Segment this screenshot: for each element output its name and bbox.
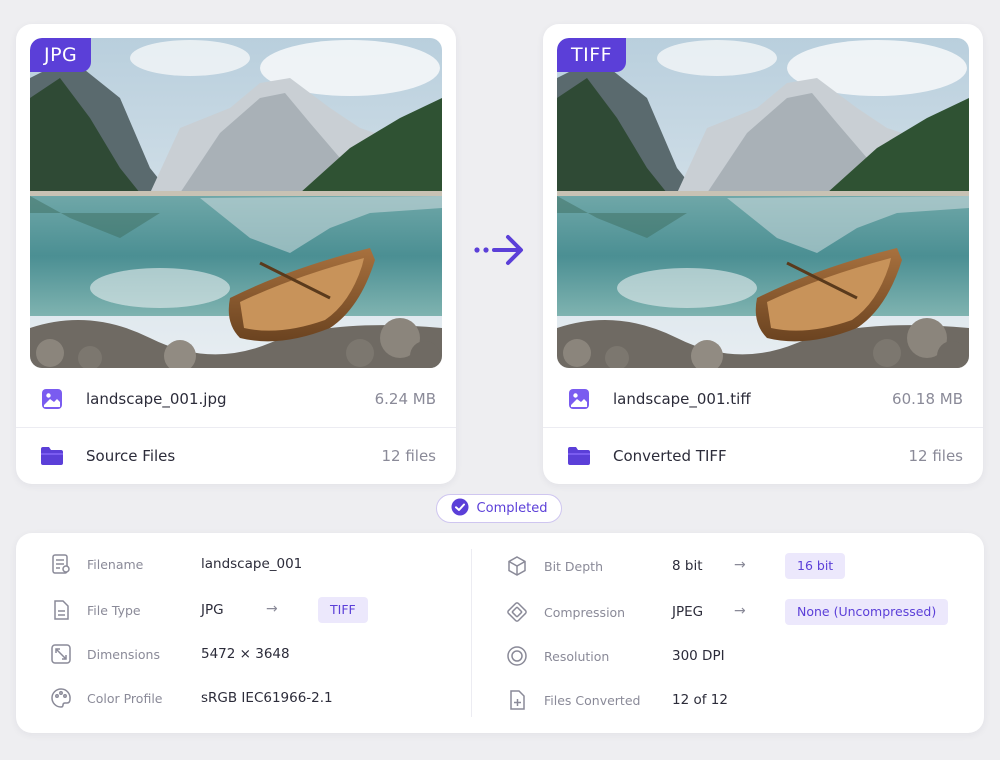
bit-depth-new-tag: 16 bit [785,553,846,579]
target-file-card: TIFF landscape_001.tiff 60.18 MB Convert… [543,24,983,484]
resolution-value: 300 DPI [672,648,725,664]
dimensions-value: 5472 × 3648 [201,646,290,662]
source-file-row[interactable]: landscape_001.jpg 6.24 MB [16,371,456,427]
resolution-label: Resolution [544,649,610,664]
filename-label: Filename [87,557,144,572]
source-image-preview[interactable]: JPG [30,38,442,368]
compression-arrow: → [734,603,746,619]
files-converted-value: 12 of 12 [672,692,728,708]
file-type-arrow: → [266,601,278,617]
compress-icon [506,601,528,623]
target-format-badge: TIFF [557,38,627,72]
target-folder-name: Converted TIFF [613,446,727,465]
dimensions-label: Dimensions [87,647,160,662]
compression-old: JPEG [672,604,704,620]
document-icon [50,553,72,575]
folder-icon [567,444,591,468]
target-image-preview[interactable]: TIFF [557,38,969,368]
source-file-card: JPG landscape_001.jpg 6.24 MB Source Fil… [16,24,456,484]
color-profile-value: sRGB IEC61966-2.1 [201,690,333,706]
target-folder-count: 12 files [908,446,963,465]
target-folder-row[interactable]: Converted TIFF 12 files [543,427,983,483]
resize-icon [50,643,72,665]
bit-depth-old: 8 bit [672,558,703,574]
file-type-old: JPG [201,602,224,618]
convert-arrow-icon [472,230,528,270]
status-label: Completed [476,501,548,516]
compression-new-tag: None (Uncompressed) [785,599,949,625]
file-icon [50,599,72,621]
cube-icon [506,555,528,577]
palette-icon [50,687,72,709]
color-profile-label: Color Profile [87,691,163,706]
source-folder-row[interactable]: Source Files 12 files [16,427,456,483]
image-icon [567,387,591,411]
compression-label: Compression [544,605,626,620]
target-file-row[interactable]: landscape_001.tiff 60.18 MB [543,371,983,427]
filename-value: landscape_001 [201,556,303,572]
bit-depth-arrow: → [734,557,746,573]
source-folder-name: Source Files [86,446,176,465]
file-plus-icon [506,689,528,711]
image-icon [40,387,64,411]
target-icon [506,645,528,667]
source-filesize: 6.24 MB [374,390,436,408]
conversion-details-panel: Filename landscape_001 File Type JPG → T… [16,533,984,733]
target-filename: landscape_001.tiff [613,390,751,408]
column-divider [471,549,472,717]
file-type-label: File Type [87,603,141,618]
source-format-badge: JPG [30,38,92,72]
status-badge: Completed [436,494,562,523]
source-folder-count: 12 files [381,446,436,465]
files-converted-label: Files Converted [544,693,641,708]
source-filename: landscape_001.jpg [86,390,227,408]
file-type-new-tag: TIFF [318,597,368,623]
folder-icon [40,444,64,468]
check-circle-icon [451,498,469,520]
target-filesize: 60.18 MB [892,390,963,408]
bit-depth-label: Bit Depth [544,559,603,574]
